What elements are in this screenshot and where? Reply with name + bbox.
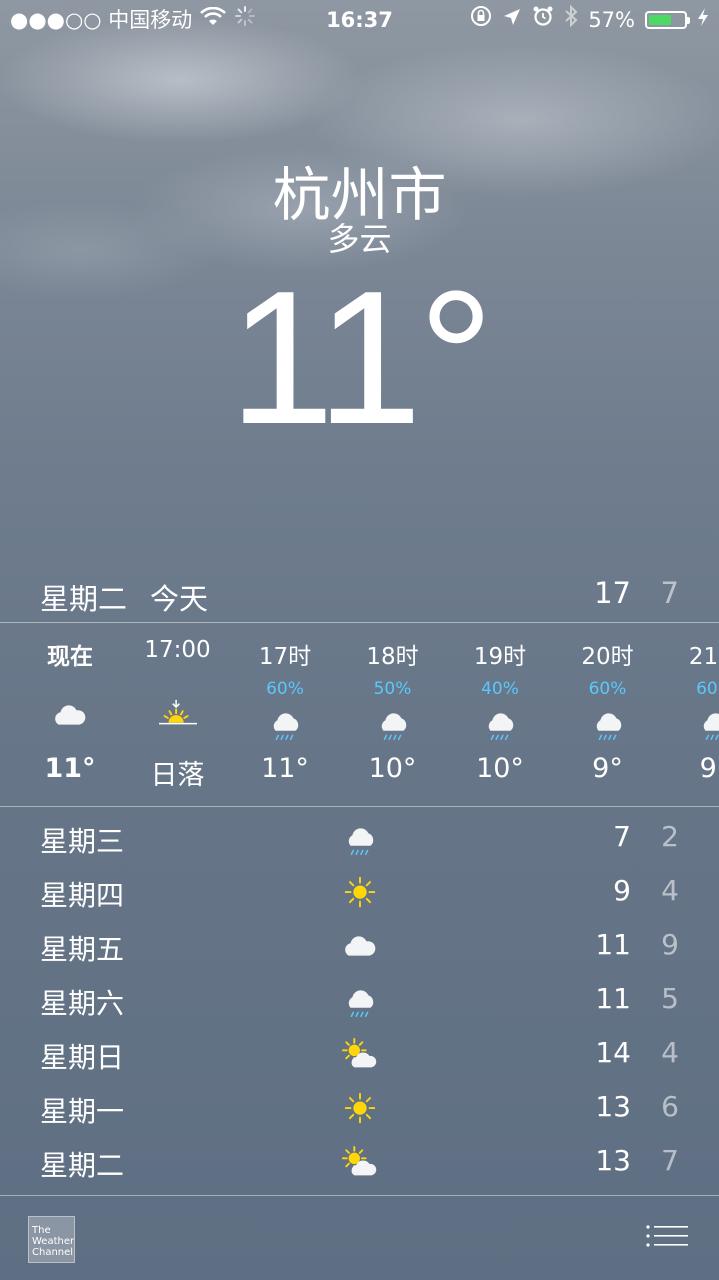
precip-chance: 60% [588,679,627,699]
daily-day: 星期二 [40,1149,125,1182]
daily-high: 11 [595,982,631,1015]
hourly-time: 17时 [258,644,312,670]
daily-day: 星期四 [40,879,125,912]
sun-icon [335,872,385,912]
rain-icon [335,818,385,858]
daily-day: 星期六 [40,987,125,1020]
hourly-temperature: 11° [44,753,96,784]
precip-chance: 40% [481,679,519,699]
today-day: 星期二 [40,582,128,616]
partly-cloudy-icon [335,1142,385,1182]
hourly-temperature: 9° [699,753,719,784]
hourly-item: 21时 60% 9° [661,623,719,805]
city-list-icon[interactable] [645,1224,689,1254]
hourly-temperature: 10° [368,753,417,784]
charging-bolt-icon [697,0,709,40]
weather-channel-logo[interactable]: The Weather Channel [28,1216,75,1263]
battery-percent: 57% [588,8,635,32]
rain-icon [335,980,385,1020]
daily-high: 9 [613,874,631,907]
hourly-item: 18时 50% 10° [339,623,447,805]
hourly-temperature: 9° [592,753,623,784]
daily-row: 星期一 13 6 [0,1082,719,1136]
hourly-item: 现在 11° [16,623,124,805]
today-low: 7 [660,576,679,610]
today-label: 今天 [150,582,209,616]
hourly-temperature: 日落 [150,760,205,791]
sun-icon [335,1088,385,1128]
daily-row: 星期二 13 7 [0,1136,719,1190]
hourly-temperature: 10° [476,753,524,784]
daily-low: 7 [661,1144,679,1177]
hourly-time: 17:00 [144,637,211,663]
daily-low: 4 [661,874,679,907]
daily-day: 星期日 [40,1041,125,1074]
daily-row: 星期四 9 4 [0,866,719,920]
daily-day: 星期三 [40,825,125,858]
rotation-lock-icon [470,0,492,40]
hourly-time: 19时 [473,644,527,670]
cloud-icon [335,926,385,966]
location-arrow-icon [502,0,522,40]
daily-low: 2 [661,820,679,853]
hourly-time: 现在 [47,644,93,670]
precip-chance: 60% [696,679,719,699]
current-temperature: 11° [228,252,494,464]
footer-bar: The Weather Channel [0,1196,719,1280]
status-bar: ●●●○○ 中国移动 16:37 57% [0,0,719,40]
rain-icon [231,701,339,745]
daily-low: 5 [661,982,679,1015]
hourly-time: 20时 [581,644,634,670]
precip-chance: 50% [373,679,412,699]
daily-high: 13 [595,1090,631,1123]
hourly-forecast-strip[interactable]: 现在 11° 17:00 日落 17时 60% 11° 18时 50% 10° 19时 40% 10° 2… [0,623,719,805]
hourly-item: 20时 60% 9° [554,623,662,805]
today-high: 17 [594,576,631,610]
daily-row: 星期五 11 9 [0,920,719,974]
daily-row: 星期日 14 4 [0,1028,719,1082]
daily-forecast-list[interactable]: 星期三 7 2 星期四 9 4 星期五 11 9 星期六 11 5 星期日 14 4 星期一 13 6 星期二 13 7 [0,812,719,1190]
rain-icon [554,701,662,745]
sunset-icon [124,693,232,737]
hourly-item: 17:00 日落 [124,623,232,805]
cloud-icon [16,693,124,737]
rain-icon [446,701,554,745]
hourly-temperature: 11° [261,753,309,784]
hourly-item: 19时 40% 10° [446,623,554,805]
daily-high: 14 [595,1036,631,1069]
daily-day: 星期五 [40,933,125,966]
precip-chance: 60% [266,679,304,699]
daily-low: 4 [661,1036,679,1069]
daily-high: 13 [595,1144,631,1177]
daily-day: 星期一 [40,1095,125,1128]
daily-low: 9 [661,928,679,961]
bluetooth-icon [564,0,578,40]
rain-icon [339,701,447,745]
battery-icon [645,11,690,29]
partly-cloudy-icon [335,1034,385,1074]
hourly-time: 18时 [366,644,419,670]
rain-icon [661,701,719,745]
hourly-item: 17时 60% 11° [231,623,339,805]
divider [0,806,719,807]
daily-row: 星期六 11 5 [0,974,719,1028]
today-summary-row: 星期二 今天 17 7 [0,574,719,622]
daily-high: 11 [595,928,631,961]
alarm-clock-icon [532,0,554,40]
daily-high: 7 [613,820,631,853]
daily-low: 6 [661,1090,679,1123]
daily-row: 星期三 7 2 [0,812,719,866]
hourly-time: 21时 [688,644,719,670]
